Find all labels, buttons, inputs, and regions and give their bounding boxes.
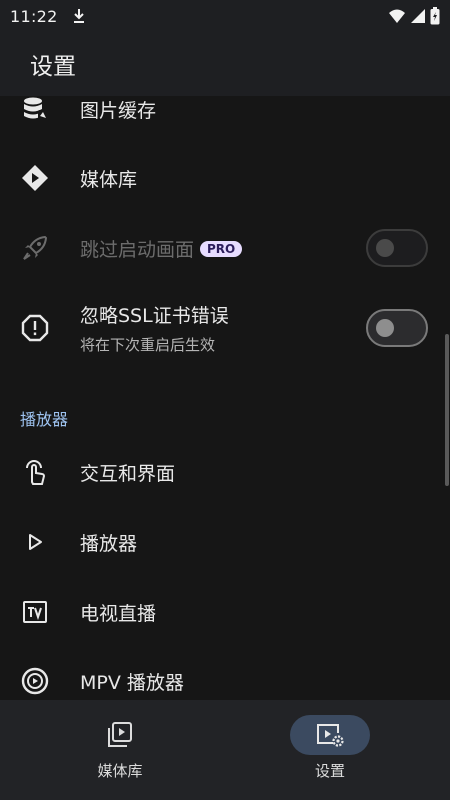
pro-badge: PRO bbox=[200, 240, 243, 257]
setting-image-cache[interactable]: 图片缓存 bbox=[0, 96, 450, 129]
wifi-icon bbox=[389, 9, 405, 23]
rocket-icon bbox=[20, 233, 50, 263]
page-title: 设置 bbox=[30, 54, 76, 80]
media-library-icon bbox=[108, 722, 132, 747]
nav-pill bbox=[80, 715, 160, 755]
setting-label: MPV 播放器 bbox=[80, 671, 184, 694]
nav-label: 设置 bbox=[314, 762, 345, 780]
database-icon bbox=[20, 96, 50, 124]
setting-player[interactable]: 播放器 bbox=[0, 522, 450, 562]
toggle-knob bbox=[376, 239, 394, 257]
scrollbar[interactable] bbox=[445, 334, 449, 486]
setting-skip-splash[interactable]: 跳过启动画面 PRO bbox=[0, 228, 450, 268]
battery-icon bbox=[430, 7, 440, 25]
skip-splash-toggle[interactable] bbox=[366, 229, 428, 267]
settings-icon bbox=[317, 724, 344, 747]
status-time: 11:22 bbox=[10, 6, 58, 26]
mpv-icon bbox=[20, 666, 50, 696]
nav-pill bbox=[290, 715, 370, 755]
setting-label: 交互和界面 bbox=[80, 462, 176, 485]
setting-live-tv[interactable]: 电视直播 bbox=[0, 592, 450, 632]
nav-label: 媒体库 bbox=[97, 762, 143, 780]
section-header-player: 播放器 bbox=[20, 410, 69, 429]
app-bar: 设置 bbox=[0, 32, 450, 96]
setting-mpv-player[interactable]: MPV 播放器 bbox=[0, 661, 450, 700]
ignore-ssl-toggle[interactable] bbox=[366, 309, 428, 347]
bottom-navigation: 媒体库 设置 bbox=[0, 700, 450, 800]
play-icon bbox=[20, 527, 50, 557]
setting-media-library[interactable]: 媒体库 bbox=[0, 158, 450, 198]
tv-icon bbox=[20, 597, 50, 627]
media-library-icon bbox=[20, 163, 50, 193]
setting-subtitle: 将在下次重启后生效 bbox=[80, 336, 216, 354]
setting-label: 忽略SSL证书错误 bbox=[80, 305, 229, 327]
toggle-knob bbox=[376, 319, 394, 337]
nav-item-settings[interactable]: 设置 bbox=[225, 700, 450, 800]
setting-label: 图片缓存 bbox=[80, 99, 157, 122]
signal-icon bbox=[411, 9, 425, 23]
touch-icon bbox=[20, 457, 50, 487]
setting-label: 电视直播 bbox=[80, 602, 157, 625]
status-bar: 11:22 bbox=[0, 0, 450, 32]
download-icon bbox=[73, 9, 84, 23]
setting-interaction-ui[interactable]: 交互和界面 bbox=[0, 452, 450, 492]
setting-ignore-ssl[interactable]: 忽略SSL证书错误 将在下次重启后生效 bbox=[0, 296, 450, 360]
alert-icon bbox=[20, 313, 50, 343]
setting-label: 媒体库 bbox=[80, 168, 138, 191]
setting-label: 跳过启动画面 bbox=[80, 238, 195, 261]
settings-list[interactable]: 图片缓存 媒体库 跳过启动画面 PRO 忽略SSL证书错误 将在下次重启后生效 … bbox=[0, 96, 450, 700]
nav-item-media-library[interactable]: 媒体库 bbox=[15, 700, 240, 800]
setting-label: 播放器 bbox=[80, 532, 138, 555]
